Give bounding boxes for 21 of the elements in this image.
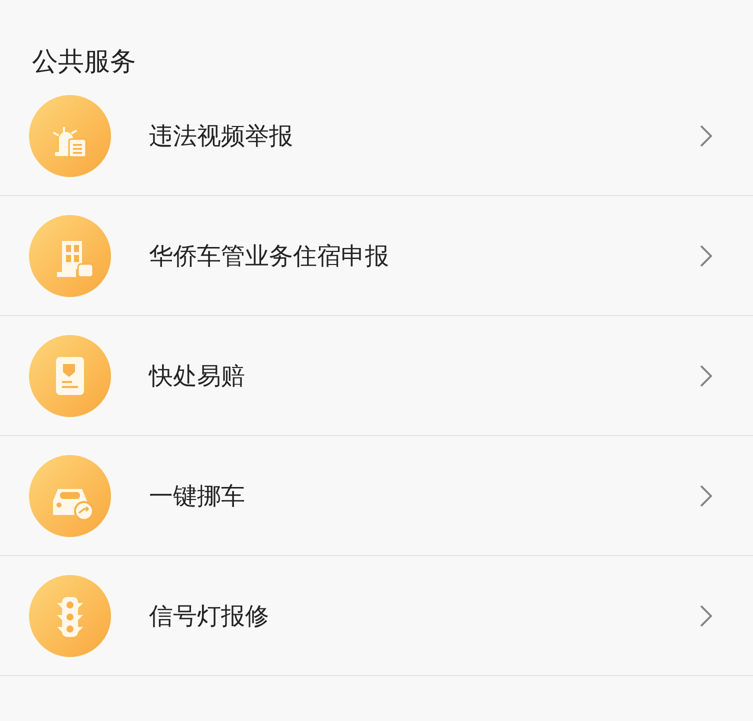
service-label: 华侨车管业务住宿申报: [149, 240, 390, 272]
service-item[interactable]: 华侨车管业务住宿申报: [0, 196, 753, 316]
chevron-right-icon: [699, 484, 713, 508]
service-item[interactable]: 一键挪车: [0, 436, 753, 556]
service-label: 违法视频举报: [149, 120, 294, 152]
chevron-right-icon: [699, 124, 713, 148]
chevron-right-icon: [699, 364, 713, 388]
service-label: 一键挪车: [149, 480, 246, 512]
service-item[interactable]: 违法视频举报: [0, 76, 753, 196]
building-sofa-icon: [29, 214, 111, 296]
service-label: 快处易赔: [149, 360, 246, 392]
traffic-light-icon: [29, 574, 111, 656]
alarm-clipboard-icon: [29, 94, 111, 176]
section-title: 公共服务: [32, 47, 136, 77]
service-item[interactable]: 快处易赔: [0, 316, 753, 436]
chevron-right-icon: [699, 604, 713, 628]
chevron-right-icon: [699, 244, 713, 268]
service-label: 信号灯报修: [149, 600, 270, 632]
service-item[interactable]: 信号灯报修: [0, 556, 753, 676]
car-icon: [29, 454, 111, 536]
shield-document-icon: [29, 334, 111, 416]
